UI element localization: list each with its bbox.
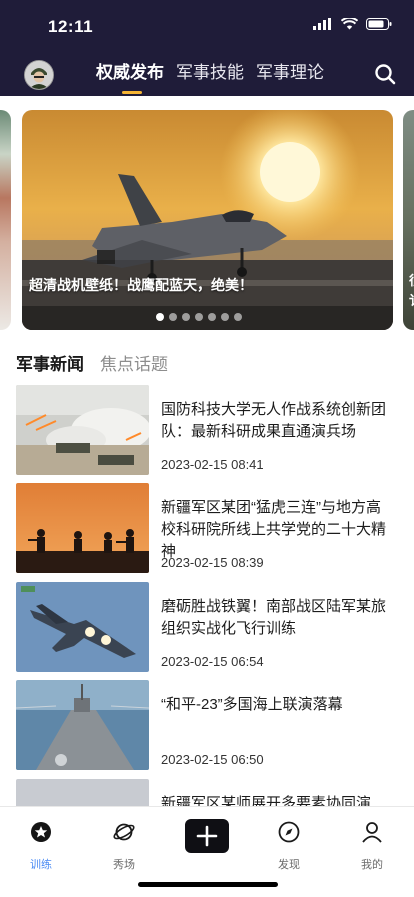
compass-icon [278,821,300,843]
tab-focus-topics[interactable]: 焦点话题 [100,350,168,375]
news-time: 2023-02-15 06:54 [161,654,264,669]
news-time: 2023-02-15 08:41 [161,457,264,472]
top-header: 12:11 权威发布 军事技能 军事理论 [0,0,414,96]
home-indicator [138,882,278,887]
nav-discover[interactable]: 发现 [259,821,319,872]
news-title: “和平-23”多国海上联演落幕 [161,696,343,713]
rocket-launch-image [16,385,149,475]
news-title: 新疆军区某团“猛虎三连”与地方高校科研院所线上共学党的二十大精神 [161,499,387,560]
news-thumbnail [16,385,149,475]
carousel-dot[interactable] [208,313,216,321]
search-icon [375,64,396,85]
carousel-dot[interactable] [234,313,242,321]
wifi-icon [341,18,358,30]
star-badge-icon [31,822,51,842]
plus-icon [196,825,218,847]
nav-label: 发现 [278,859,300,871]
nav-training[interactable]: 训练 [11,821,71,872]
banner-next-card[interactable]: 很 讠 [403,110,414,330]
carousel-dot[interactable] [182,313,190,321]
news-item[interactable]: 磨砺胜战铁翼！南部战区陆军某旅组织实战化飞行训练 2023-02-15 06:5… [16,582,400,672]
carousel-dot[interactable] [221,313,229,321]
carousel-dot[interactable] [156,313,164,321]
news-thumbnail [16,680,149,770]
nav-label: 秀场 [113,859,135,871]
banner-next-text: 讠 [409,290,414,309]
tab-authority-release[interactable]: 权威发布 [96,61,164,94]
banner-caption: 超清战机壁纸！战鹰配蓝天，绝美！ [29,277,253,293]
news-item[interactable]: 新疆军区某师展开多要素协同演 [16,779,400,806]
status-time: 12:11 [48,17,94,36]
nav-label: 我的 [361,859,383,871]
fighter-flight-image [16,582,149,672]
news-list: 国防科技大学无人作战系统创新团队：最新科研成果直通演兵场 2023-02-15 … [0,385,414,806]
banner-next-text: 很 [409,270,414,289]
news-thumbnail [16,779,149,806]
tab-military-theory[interactable]: 军事理论 [256,61,324,85]
top-tabs: 权威发布 军事技能 军事理论 [96,61,324,94]
news-thumbnail [16,582,149,672]
avatar[interactable] [24,60,54,90]
status-icons [313,18,392,30]
carousel-dot[interactable] [195,313,203,321]
search-button[interactable] [374,63,396,90]
news-item[interactable]: 国防科技大学无人作战系统创新团队：最新科研成果直通演兵场 2023-02-15 … [16,385,400,475]
fighter-jet-sunset-image [22,110,393,330]
warship-deck-image [16,680,149,770]
news-title: 国防科技大学无人作战系统创新团队：最新科研成果直通演兵场 [161,401,387,440]
planet-icon [113,823,135,841]
person-icon [362,822,382,843]
news-title: 磨砺胜战铁翼！南部战区陆军某旅组织实战化飞行训练 [161,598,387,637]
news-item[interactable]: “和平-23”多国海上联演落幕 2023-02-15 06:50 [16,680,400,770]
nav-mine[interactable]: 我的 [342,821,402,872]
news-time: 2023-02-15 06:50 [161,752,264,767]
tab-military-skills[interactable]: 军事技能 [176,61,244,85]
news-title: 新疆军区某师展开多要素协同演 [161,795,372,806]
news-thumbnail [16,483,149,573]
tab-military-news[interactable]: 军事新闻 [16,350,84,375]
nav-showcase[interactable]: 秀场 [94,821,154,872]
signal-icon [313,18,331,30]
news-item[interactable]: 新疆军区某团“猛虎三连”与地方高校科研院所线上共学党的二十大精神 2023-02… [16,483,400,573]
section-tabs: 军事新闻 焦点话题 [16,350,168,375]
carousel-dot[interactable] [169,313,177,321]
carousel-dots [156,313,242,321]
add-button[interactable] [185,819,229,853]
news-image [16,779,149,806]
soldier-avatar-icon [25,61,53,89]
nav-label: 训练 [30,859,52,871]
news-time: 2023-02-15 08:39 [161,555,264,570]
battery-icon [366,18,392,30]
banner-prev-card[interactable] [0,110,11,330]
banner-carousel[interactable]: 很 讠 [0,96,414,336]
soldiers-silhouette-image [16,483,149,573]
banner-slide[interactable]: 超清战机壁纸！战鹰配蓝天，绝美！ [22,110,393,330]
